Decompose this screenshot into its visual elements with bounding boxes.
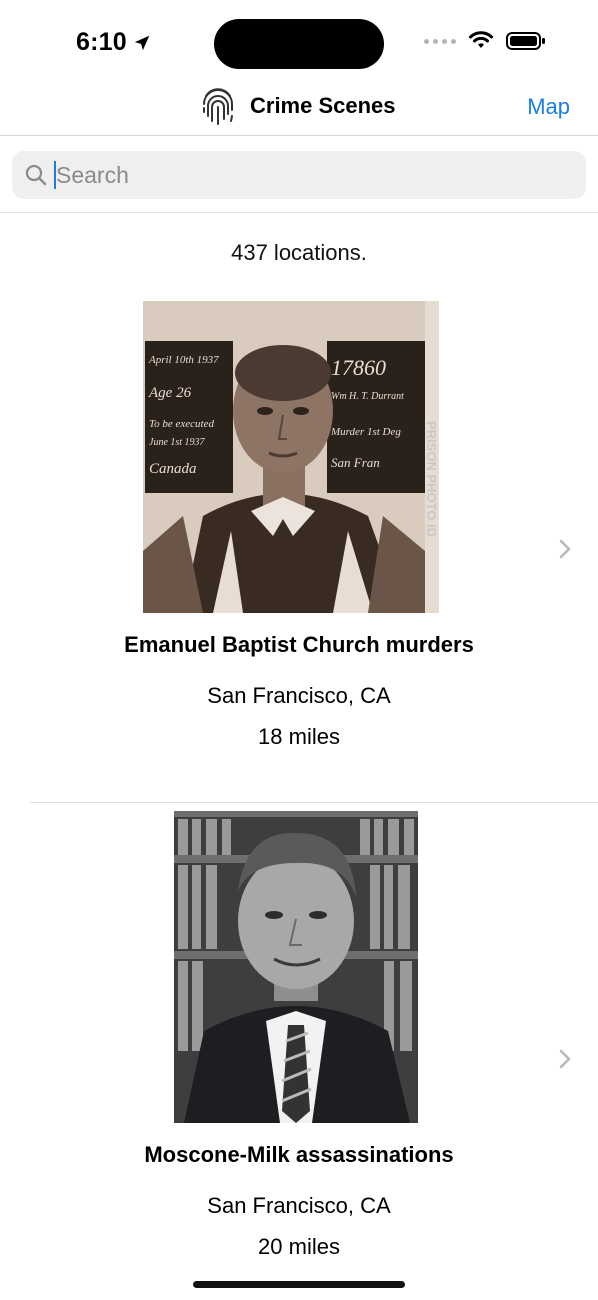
search-area <box>0 137 598 213</box>
list-item[interactable]: April 10th 1937 Age 26 To be executed Ju… <box>0 298 598 802</box>
chevron-right-icon <box>559 1049 571 1069</box>
item-city: San Francisco, CA <box>207 683 391 708</box>
location-count: 437 locations. <box>231 240 367 265</box>
mugshot-image: April 10th 1937 Age 26 To be executed Ju… <box>143 301 439 613</box>
dynamic-island <box>214 19 384 69</box>
left-card-line-4: June 1st 1937 <box>149 437 206 448</box>
item-distance: 18 miles <box>258 724 340 749</box>
chevron-right-icon <box>559 539 571 559</box>
left-card-line-1: April 10th 1937 <box>148 354 219 366</box>
fingerprint-icon <box>203 88 233 125</box>
portrait-image <box>174 811 418 1123</box>
item-distance: 20 miles <box>258 1234 340 1259</box>
portrait-photo <box>174 811 418 1123</box>
search-icon <box>25 164 47 186</box>
app-screen: 6:10 Crime Scenes Map Search 437 locatio… <box>0 0 598 1300</box>
right-card-line-2: Wm H. T. Durrant <box>331 391 404 402</box>
item-city: San Francisco, CA <box>207 1193 391 1218</box>
status-indicators <box>424 31 546 51</box>
home-indicator[interactable] <box>193 1281 405 1288</box>
left-card-line-5: Canada <box>149 461 197 477</box>
item-title: Moscone-Milk assassinations <box>144 1142 454 1167</box>
location-arrow-icon <box>134 35 150 50</box>
navigation-bar: Crime Scenes Map <box>0 82 598 136</box>
time-text: 6:10 <box>76 28 127 56</box>
right-card-line-4: San Fran <box>331 455 380 470</box>
status-bar: 6:10 <box>0 0 598 88</box>
mugshot-photo: April 10th 1937 Age 26 To be executed Ju… <box>143 301 439 613</box>
page-title: Crime Scenes <box>250 93 396 118</box>
map-button[interactable]: Map <box>527 94 570 120</box>
list-item[interactable]: Moscone-Milk assassinations San Francisc… <box>0 808 598 1268</box>
left-card-line-2: Age 26 <box>148 385 192 401</box>
search-bar[interactable] <box>12 151 586 199</box>
row-separator <box>30 802 598 803</box>
photo-watermark: PRISON PHOTO ID <box>424 421 439 537</box>
item-title: Emanuel Baptist Church murders <box>124 632 474 657</box>
search-input[interactable] <box>56 161 586 189</box>
battery-icon <box>506 32 545 50</box>
right-card-line-3: Murder 1st Deg <box>330 426 401 438</box>
right-card-line-1: 17860 <box>331 355 386 380</box>
status-time: 6:10 <box>76 28 151 57</box>
left-card-line-3: To be executed <box>149 418 214 430</box>
nav-title-group: Crime Scenes <box>200 86 396 126</box>
cellular-signal-icon <box>424 38 456 44</box>
wifi-icon <box>469 31 493 48</box>
